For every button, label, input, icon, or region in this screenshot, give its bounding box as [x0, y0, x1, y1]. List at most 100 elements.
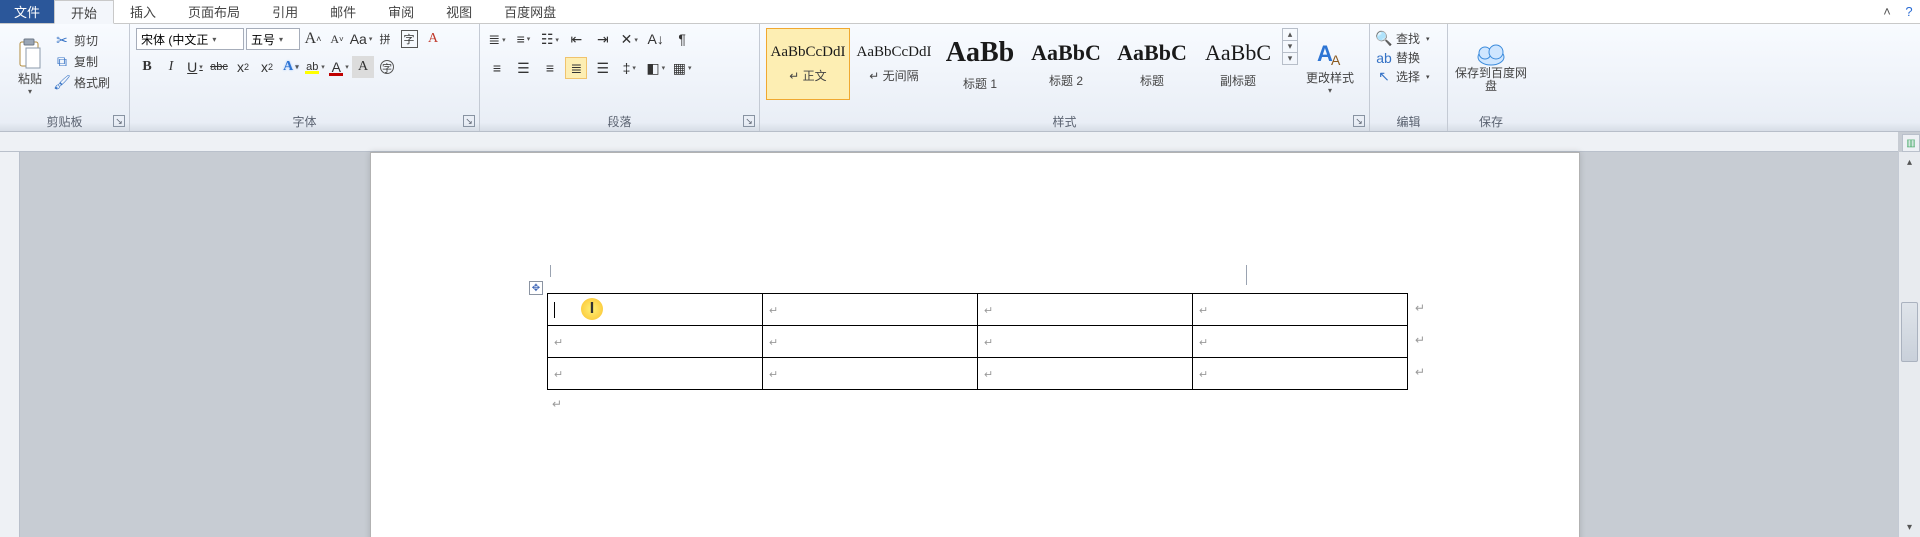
table-move-handle[interactable]: ✥ — [529, 281, 543, 295]
font-name-combo[interactable]: 宋体 (中文正▾ — [136, 28, 244, 50]
group-label-styles: 样式 — [1052, 115, 1076, 129]
distributed-button[interactable]: ☰ — [592, 57, 614, 79]
decrease-indent-button[interactable]: ⇤ — [565, 29, 587, 51]
font-size-combo[interactable]: 五号▾ — [246, 28, 300, 50]
align-left-button[interactable]: ≡ — [486, 57, 508, 79]
font-launcher[interactable]: ↘ — [463, 115, 475, 127]
show-marks-button[interactable]: ¶ — [671, 28, 693, 50]
style-item-2[interactable]: AaBb标题 1 — [938, 28, 1022, 100]
scroll-track[interactable] — [1901, 172, 1918, 517]
bold-button[interactable]: B — [136, 56, 158, 78]
clipboard-launcher[interactable]: ↘ — [113, 115, 125, 127]
gallery-more-button[interactable]: ▾ — [1283, 53, 1297, 64]
table-cell[interactable] — [548, 294, 763, 326]
table-cell[interactable]: ↵ — [978, 326, 1193, 358]
increase-indent-button[interactable]: ⇥ — [592, 29, 614, 51]
borders-button[interactable]: ▦▾ — [671, 57, 693, 79]
table-cell[interactable]: ↵ — [763, 358, 978, 390]
style-name: 标题 1 — [963, 75, 997, 92]
tab-review[interactable]: 审阅 — [372, 0, 430, 23]
scroll-up-button[interactable]: ▴ — [1899, 152, 1920, 172]
style-item-1[interactable]: AaBbCcDdI↵ 无间隔 — [852, 28, 936, 100]
format-painter-button[interactable]: 🖌格式刷 — [54, 74, 110, 91]
table-cell[interactable]: ↵ — [763, 326, 978, 358]
line-spacing-button[interactable]: ‡▾ — [618, 57, 640, 79]
align-right-button[interactable]: ≡ — [539, 57, 561, 79]
ruler-horizontal[interactable] — [0, 132, 1898, 152]
copy-button[interactable]: ⧉复制 — [54, 53, 110, 70]
underline-button[interactable]: U▾ — [184, 56, 206, 78]
style-sample: AaBbC — [1205, 40, 1271, 66]
sort-button[interactable]: A↓ — [645, 28, 667, 50]
find-button[interactable]: 🔍查找▾ — [1376, 30, 1430, 47]
char-shading-button[interactable]: A — [352, 56, 374, 78]
table-row[interactable]: ↵ ↵ ↵ ↵ — [548, 358, 1408, 390]
char-border-button[interactable]: 字 — [398, 28, 420, 50]
multilevel-list-button[interactable]: ☷▾ — [539, 29, 561, 51]
row-end-mark: ↵ — [1415, 301, 1425, 315]
subscript-button[interactable]: x2 — [232, 56, 254, 78]
tab-insert[interactable]: 插入 — [114, 0, 172, 23]
style-name: 标题 — [1140, 72, 1164, 89]
table-cell[interactable]: ↵ — [1193, 294, 1408, 326]
tab-home[interactable]: 开始 — [54, 0, 114, 24]
phonetic-guide-button[interactable]: 拼 — [374, 28, 396, 50]
style-item-5[interactable]: AaBbC副标题 — [1196, 28, 1280, 100]
bullets-button[interactable]: ≣▾ — [486, 29, 508, 51]
numbering-button[interactable]: ≡▾ — [512, 28, 534, 50]
cut-button[interactable]: ✂剪切 — [54, 32, 110, 49]
grow-font-button[interactable]: A˄ — [302, 28, 324, 50]
italic-button[interactable]: I — [160, 56, 182, 78]
file-tab[interactable]: 文件 — [0, 0, 54, 23]
clear-formatting-button[interactable]: A — [422, 28, 444, 50]
tab-mailings[interactable]: 邮件 — [314, 0, 372, 23]
styles-launcher[interactable]: ↘ — [1353, 115, 1365, 127]
tab-page-layout[interactable]: 页面布局 — [172, 0, 256, 23]
font-color-button[interactable]: A▾ — [328, 56, 350, 78]
superscript-button[interactable]: x2 — [256, 56, 278, 78]
asian-layout-button[interactable]: ✕▾ — [618, 29, 640, 51]
scroll-down-button[interactable]: ▾ — [1899, 517, 1920, 537]
gallery-down-button[interactable]: ▾ — [1283, 41, 1297, 53]
gallery-up-button[interactable]: ▴ — [1283, 29, 1297, 41]
scroll-thumb[interactable] — [1901, 302, 1918, 362]
table-cell[interactable]: ↵ — [548, 326, 763, 358]
help-icon[interactable]: ? — [1898, 0, 1920, 23]
ruler-toggle-button[interactable]: ▥ — [1902, 134, 1920, 152]
align-center-button[interactable]: ☰ — [512, 57, 534, 79]
table-cell[interactable]: ↵ — [978, 358, 1193, 390]
shading-button[interactable]: ◧▾ — [645, 57, 667, 79]
style-item-4[interactable]: AaBbC标题 — [1110, 28, 1194, 100]
tab-baidu[interactable]: 百度网盘 — [488, 0, 572, 23]
enclosed-char-button[interactable]: 字 — [376, 56, 398, 78]
highlight-button[interactable]: ab▾ — [304, 56, 326, 78]
table-cell[interactable]: ↵ — [763, 294, 978, 326]
group-label-baidu: 保存 — [1479, 115, 1503, 129]
strikethrough-button[interactable]: abc — [208, 56, 230, 78]
tab-view[interactable]: 视图 — [430, 0, 488, 23]
paragraph-launcher[interactable]: ↘ — [743, 115, 755, 127]
vertical-scrollbar[interactable]: ▴ ▾ — [1898, 152, 1920, 537]
table-cell[interactable]: ↵ — [978, 294, 1193, 326]
save-to-baidu-button[interactable]: 保存到百度网盘 — [1454, 28, 1528, 106]
align-justify-button[interactable]: ≣ — [565, 57, 587, 79]
table-cell[interactable]: ↵ — [1193, 358, 1408, 390]
ruler-vertical[interactable] — [0, 152, 20, 537]
replace-button[interactable]: ab替换 — [1376, 49, 1430, 66]
ribbon-minimize-icon[interactable]: ˄ — [1876, 0, 1898, 23]
document-table[interactable]: ↵ ↵ ↵ ↵ ↵ ↵ ↵ ↵ ↵ ↵ ↵ — [547, 293, 1408, 390]
paste-button[interactable]: 粘贴 ▾ — [6, 28, 54, 106]
change-styles-button[interactable]: AA 更改样式 ▾ — [1298, 28, 1362, 106]
select-button[interactable]: ↖选择▾ — [1376, 68, 1430, 85]
document-page[interactable]: ✥ ↵ ↵ ↵ ↵ ↵ ↵ ↵ ↵ ↵ ↵ ↵ ↵ ↵ ↵ ↵ — [370, 152, 1580, 537]
table-cell[interactable]: ↵ — [1193, 326, 1408, 358]
table-row[interactable]: ↵ ↵ ↵ ↵ — [548, 326, 1408, 358]
change-case-button[interactable]: Aa▾ — [350, 28, 372, 50]
shrink-font-button[interactable]: A˅ — [326, 28, 348, 50]
tab-references[interactable]: 引用 — [256, 0, 314, 23]
table-row[interactable]: ↵ ↵ ↵ — [548, 294, 1408, 326]
style-item-3[interactable]: AaBbC标题 2 — [1024, 28, 1108, 100]
table-cell[interactable]: ↵ — [548, 358, 763, 390]
style-item-0[interactable]: AaBbCcDdI↵ 正文 — [766, 28, 850, 100]
text-effects-button[interactable]: A▾ — [280, 56, 302, 78]
